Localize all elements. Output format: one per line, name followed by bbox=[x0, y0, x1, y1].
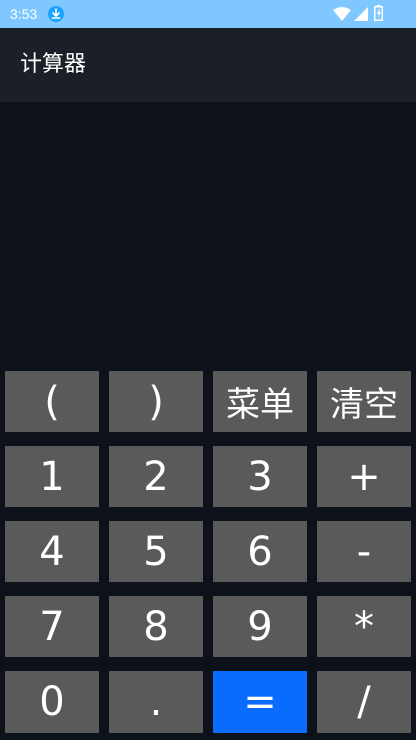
digit-7-button[interactable]: 7 bbox=[5, 596, 99, 657]
divide-button[interactable]: / bbox=[317, 671, 411, 733]
open-paren-button[interactable]: ( bbox=[5, 371, 99, 432]
digit-4-button[interactable]: 4 bbox=[5, 521, 99, 582]
digit-5-button[interactable]: 5 bbox=[109, 521, 203, 582]
download-icon bbox=[48, 6, 64, 22]
battery-icon bbox=[374, 5, 383, 21]
equals-button[interactable]: = bbox=[213, 671, 307, 733]
status-time: 3:53 bbox=[10, 6, 38, 22]
multiply-button[interactable]: * bbox=[317, 596, 411, 657]
minus-button[interactable]: - bbox=[317, 521, 411, 582]
digit-2-button[interactable]: 2 bbox=[109, 446, 203, 507]
keypad: ( ) 菜单 清空 1 2 3 + 4 5 6 - 7 8 9 * 0 . = … bbox=[0, 366, 416, 740]
wifi-icon bbox=[333, 7, 351, 21]
close-paren-button[interactable]: ) bbox=[109, 371, 203, 432]
app-bar: 计算器 bbox=[0, 28, 416, 102]
digit-3-button[interactable]: 3 bbox=[213, 446, 307, 507]
plus-button[interactable]: + bbox=[317, 446, 411, 507]
digit-8-button[interactable]: 8 bbox=[109, 596, 203, 657]
signal-icon bbox=[354, 7, 368, 21]
status-bar: 3:53 bbox=[0, 0, 416, 28]
digit-0-button[interactable]: 0 bbox=[5, 671, 99, 733]
app-title: 计算器 bbox=[20, 52, 87, 77]
digit-9-button[interactable]: 9 bbox=[213, 596, 307, 657]
clear-button[interactable]: 清空 bbox=[317, 371, 411, 432]
decimal-point-button[interactable]: . bbox=[109, 671, 203, 733]
digit-6-button[interactable]: 6 bbox=[213, 521, 307, 582]
digit-1-button[interactable]: 1 bbox=[5, 446, 99, 507]
display-area bbox=[0, 102, 416, 366]
menu-button[interactable]: 菜单 bbox=[213, 371, 307, 432]
